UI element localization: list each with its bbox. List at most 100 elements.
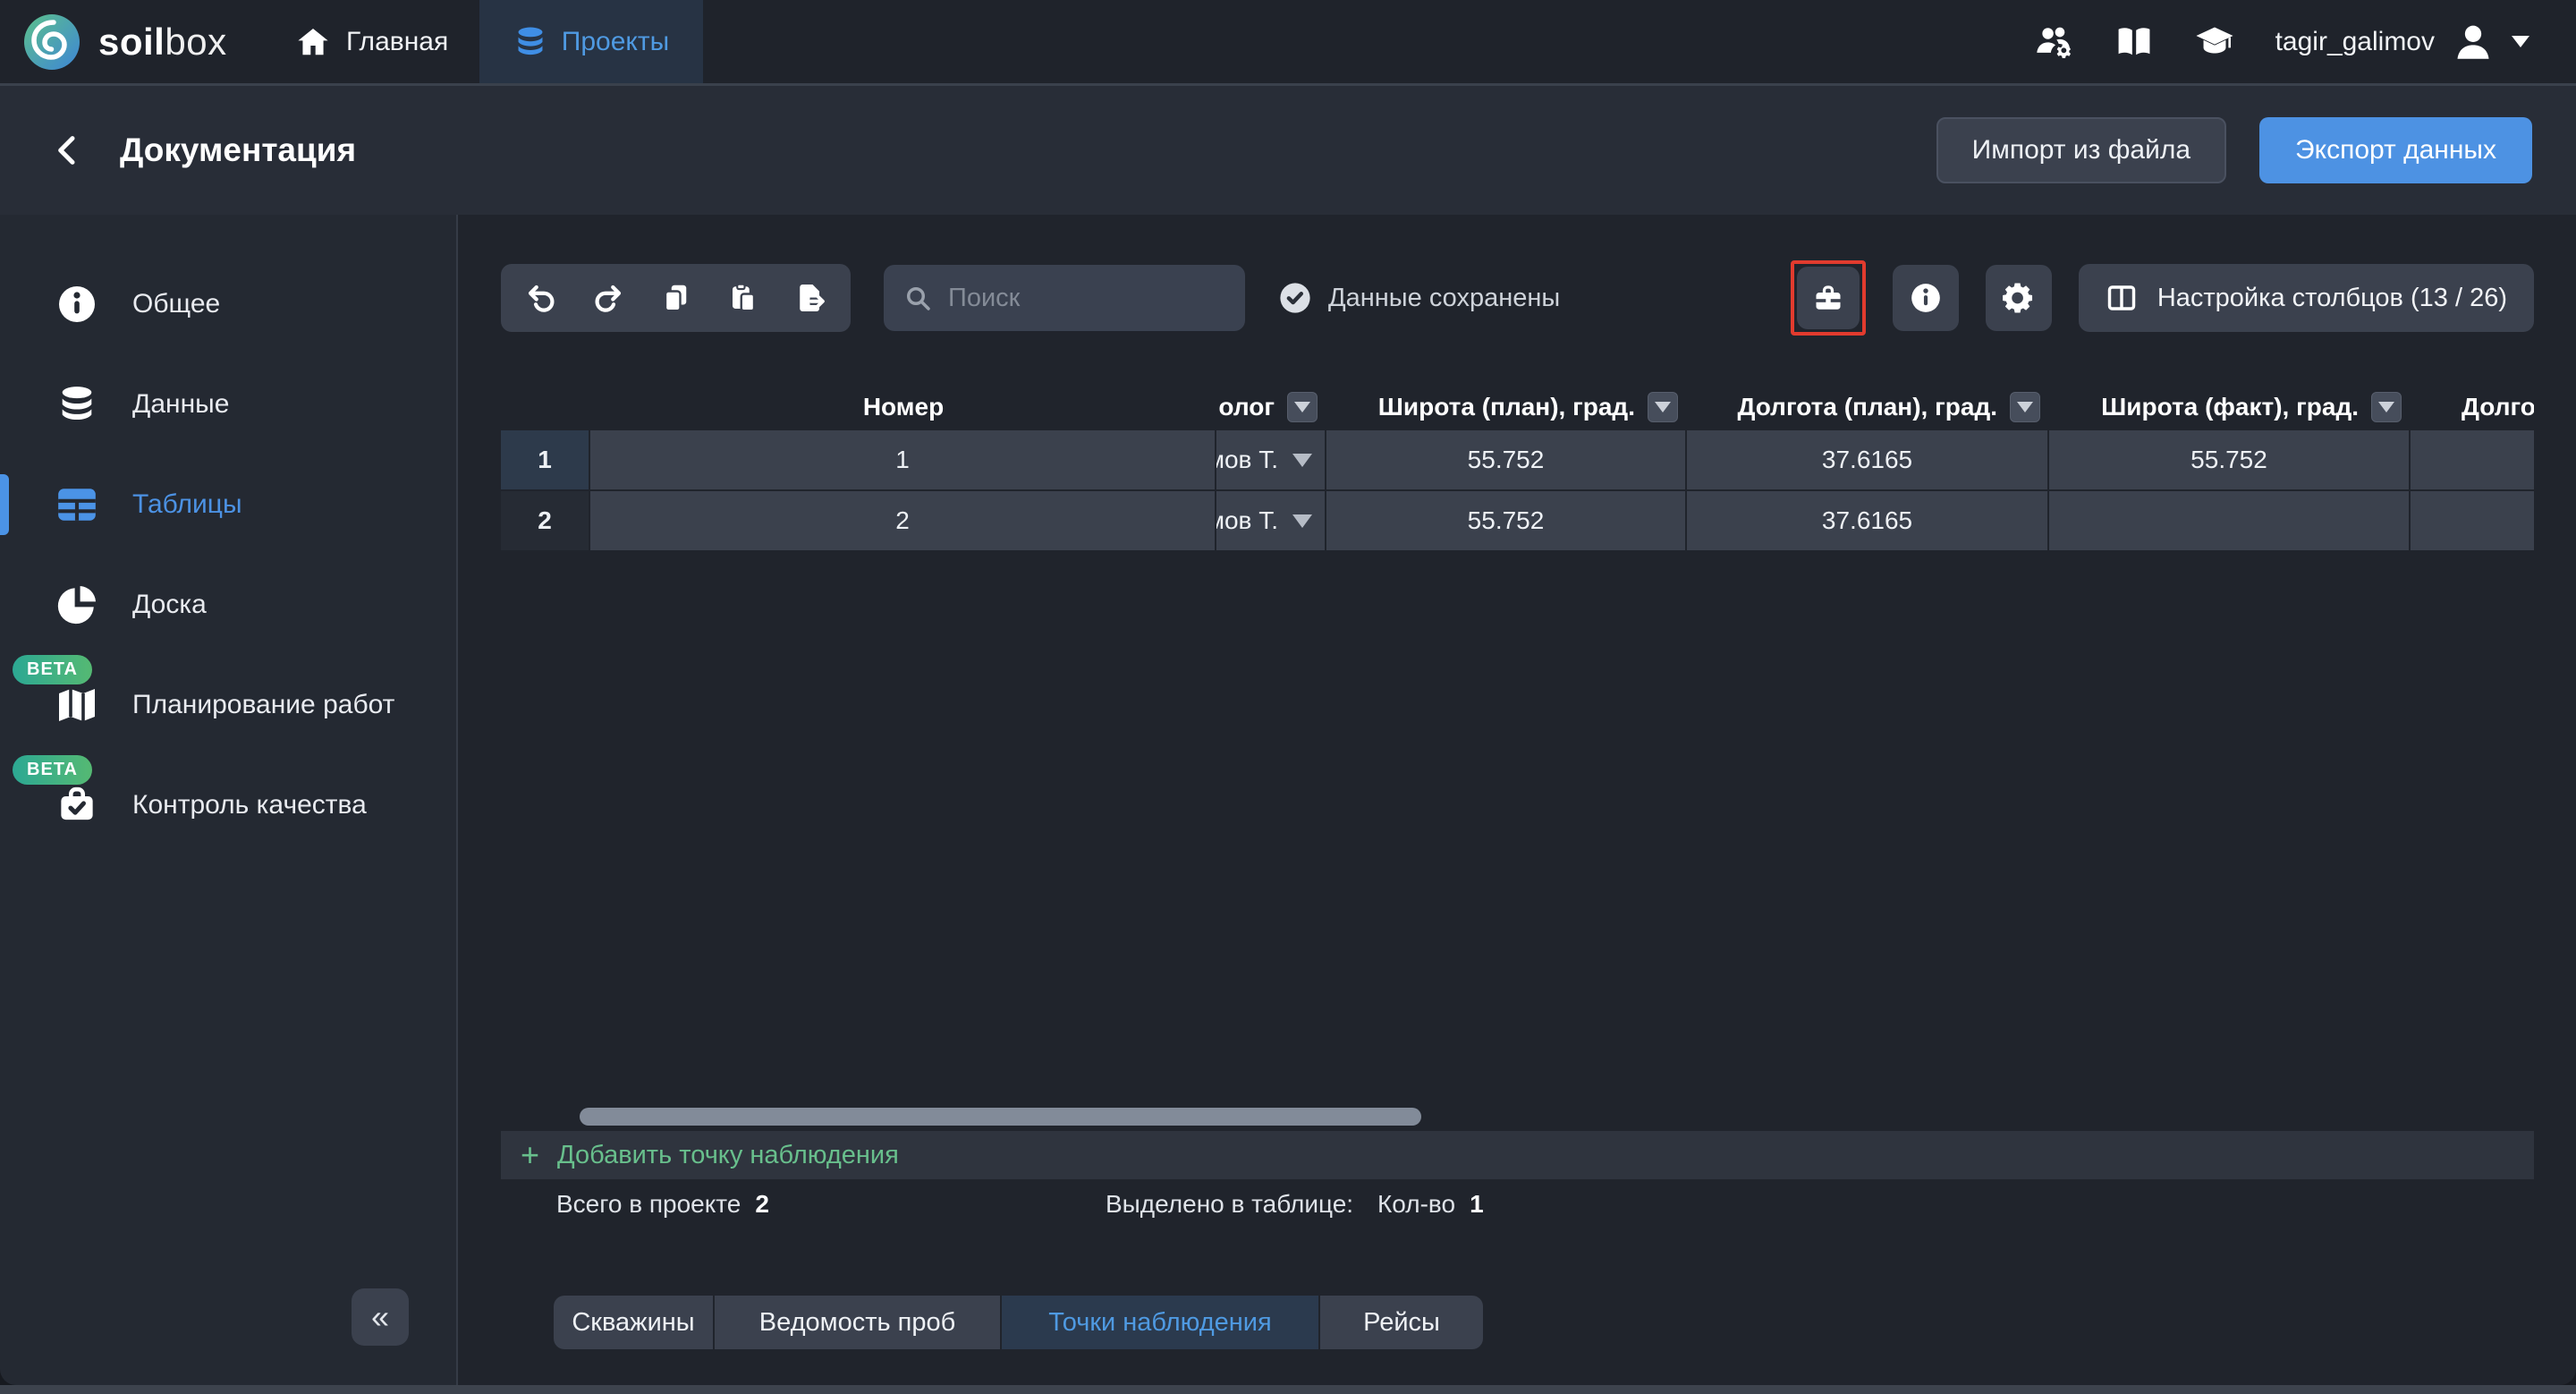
selected-in-table-label: Выделено в таблице: <box>1106 1190 1354 1218</box>
search-box[interactable] <box>884 265 1245 331</box>
tab-sample-sheet[interactable]: Ведомость проб <box>713 1296 1000 1349</box>
columns-icon <box>2107 285 2136 310</box>
filter-triangle-icon <box>2017 401 2033 412</box>
toolbar-right-cluster: Настройка столбцов (13 / 26) <box>1790 260 2534 336</box>
check-circle-icon <box>1280 283 1310 313</box>
map-icon <box>52 684 102 727</box>
education-cap-icon[interactable] <box>2195 22 2234 62</box>
cell-lon-plan[interactable]: 37.6165 <box>1687 491 2049 552</box>
undo-button[interactable] <box>513 270 569 326</box>
team-settings-icon[interactable] <box>2034 22 2073 62</box>
cell-number[interactable]: 1 <box>590 430 1216 491</box>
nav-item-home[interactable]: Главная <box>296 0 448 83</box>
cell-number[interactable]: 2 <box>590 491 1216 552</box>
nav-item-projects[interactable]: Проекты <box>479 0 703 83</box>
quality-check-icon <box>52 785 102 826</box>
soilbox-logo-icon <box>23 13 80 71</box>
tab-observation-points[interactable]: Точки наблюдения <box>1000 1296 1318 1349</box>
cell-geologist[interactable]: мов Т. <box>1216 491 1326 552</box>
search-icon <box>907 287 930 310</box>
row-number-cell[interactable]: 1 <box>501 430 590 491</box>
user-menu[interactable]: tagir_galimov <box>2275 20 2529 64</box>
filter-button[interactable] <box>1648 391 1678 422</box>
table-row: 1 1 мов Т. 55.752 37.6165 55.752 <box>501 430 2534 491</box>
sidebar-item-quality-control[interactable]: BETA Контроль качества <box>0 755 456 855</box>
column-settings-button[interactable]: Настройка столбцов (13 / 26) <box>2078 264 2534 332</box>
table-header-row: Номер олог Широта (план), град. Долгота … <box>501 383 2534 430</box>
cell-lon-fact[interactable] <box>2411 430 2534 491</box>
sidebar-item-board[interactable]: Доска <box>0 555 456 655</box>
row-number-cell[interactable]: 2 <box>501 491 590 552</box>
cell-lat-plan[interactable]: 55.752 <box>1326 430 1687 491</box>
redo-button[interactable] <box>580 270 636 326</box>
sidebar: Общее Данные Таблицы Доска BETA Планиров… <box>0 215 458 1385</box>
tab-trips[interactable]: Рейсы <box>1318 1296 1483 1349</box>
column-header-number[interactable]: Номер <box>590 383 1216 430</box>
info-button[interactable] <box>1892 265 1959 331</box>
column-header-geologist[interactable]: олог <box>1216 383 1326 430</box>
column-header-lon-plan[interactable]: Долгота (план), град. <box>1687 383 2049 430</box>
filter-triangle-icon <box>1655 401 1671 412</box>
sidebar-item-work-planning[interactable]: BETA Планирование работ <box>0 655 456 755</box>
table-icon <box>52 482 102 527</box>
dropdown-caret-icon <box>1292 514 1312 528</box>
app-window: soilbox Главная Проекты tagir_galimov До… <box>0 0 2576 1385</box>
beta-badge: BETA <box>13 655 92 684</box>
brand-wordmark: soilbox <box>98 20 227 63</box>
sidebar-collapse-button[interactable]: « <box>352 1288 409 1346</box>
navbar-right-cluster: tagir_galimov <box>2034 0 2529 83</box>
window-bottom-edge <box>0 1385 2576 1394</box>
filter-button[interactable] <box>1287 391 1318 422</box>
info-icon <box>52 283 102 326</box>
table-row: 2 2 мов Т. 55.752 37.6165 <box>501 491 2534 552</box>
cell-geologist[interactable]: мов Т. <box>1216 430 1326 491</box>
column-header-lon-fact[interactable]: Долго <box>2411 383 2534 430</box>
projects-database-icon <box>513 25 547 59</box>
bottom-tab-bar: Скважины Ведомость проб Точки наблюдения… <box>554 1296 1483 1349</box>
main-content: Данные сохранены <box>458 215 2576 1385</box>
cell-lat-fact[interactable]: 55.752 <box>2049 430 2411 491</box>
add-observation-point-button[interactable]: + Добавить точку наблюдения <box>501 1131 2534 1179</box>
copy-button[interactable] <box>648 270 704 326</box>
cell-lon-plan[interactable]: 37.6165 <box>1687 430 2049 491</box>
toolbox-button[interactable] <box>1796 267 1860 329</box>
avatar-icon <box>2451 20 2496 64</box>
docs-book-icon[interactable] <box>2114 22 2154 62</box>
tab-boreholes[interactable]: Скважины <box>554 1296 713 1349</box>
username-label: tagir_galimov <box>2275 26 2435 56</box>
highlight-red-box <box>1790 260 1866 336</box>
sidebar-menu: Общее Данные Таблицы Доска BETA Планиров… <box>0 215 456 855</box>
page-header: Документация Импорт из файла Экспорт дан… <box>0 86 2576 215</box>
filter-button[interactable] <box>2371 391 2402 422</box>
cell-lat-plan[interactable]: 55.752 <box>1326 491 1687 552</box>
export-data-button[interactable]: Экспорт данных <box>2259 117 2532 183</box>
settings-button[interactable] <box>1985 265 2052 331</box>
cell-lon-fact[interactable] <box>2411 491 2534 552</box>
gear-icon <box>2002 283 2032 313</box>
sidebar-item-general[interactable]: Общее <box>0 254 456 354</box>
row-number-header <box>501 383 590 430</box>
selected-count: Кол-во 1 <box>1377 1190 1484 1218</box>
column-header-lat-plan[interactable]: Широта (план), град. <box>1326 383 1687 430</box>
sidebar-item-tables[interactable]: Таблицы <box>0 455 456 555</box>
back-button[interactable] <box>47 129 89 172</box>
info-icon <box>1911 284 1940 312</box>
sidebar-item-data[interactable]: Данные <box>0 354 456 455</box>
export-table-button[interactable] <box>784 270 839 326</box>
saved-status: Данные сохранены <box>1278 281 1560 315</box>
plus-icon: + <box>521 1136 540 1173</box>
top-navbar: soilbox Главная Проекты tagir_galimov <box>0 0 2576 86</box>
page-title: Документация <box>120 132 357 168</box>
table-toolbar: Данные сохранены <box>501 260 2534 336</box>
count-value: 1 <box>1470 1190 1484 1218</box>
brand-logo[interactable]: soilbox <box>23 0 227 83</box>
search-input[interactable] <box>946 282 1225 314</box>
import-from-file-button[interactable]: Импорт из файла <box>1936 117 2227 183</box>
chevron-down-icon <box>2512 36 2529 47</box>
cell-lat-fact[interactable] <box>2049 491 2411 552</box>
column-header-lat-fact[interactable]: Широта (факт), град. <box>2049 383 2411 430</box>
filter-button[interactable] <box>2010 391 2040 422</box>
paste-button[interactable] <box>716 270 771 326</box>
horizontal-scrollbar-thumb[interactable] <box>580 1108 1421 1126</box>
home-icon <box>296 25 330 59</box>
